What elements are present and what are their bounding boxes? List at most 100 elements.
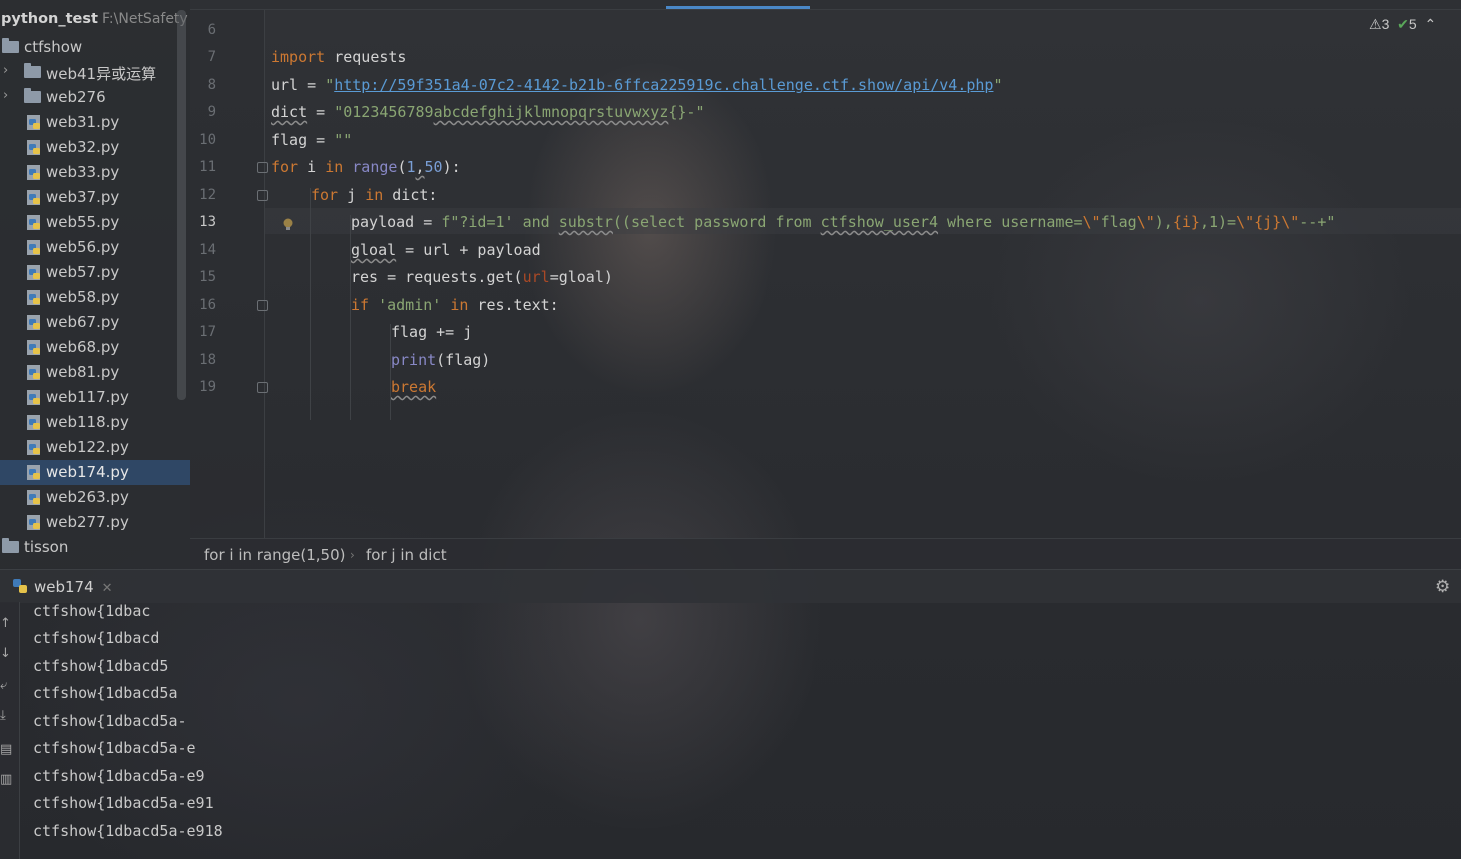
tree-item-label: web81.py — [46, 363, 120, 381]
warning-icon: ⚠ — [1369, 16, 1382, 32]
close-icon[interactable]: ✕ — [102, 581, 113, 596]
line-number: 7 — [207, 49, 216, 65]
line-number: 6 — [207, 22, 216, 38]
scroll-to-end-icon[interactable]: ⤓ — [0, 708, 14, 723]
tree-file[interactable]: web118.py — [0, 410, 190, 435]
project-name: python_test — [1, 11, 98, 27]
tree-item-label: web277.py — [46, 513, 129, 531]
line-number: 17 — [199, 324, 216, 340]
console-output-line: ctfshow{1dbacd5a — [33, 684, 178, 702]
run-tab[interactable]: web174 ✕ — [12, 578, 113, 596]
chevron-right-icon[interactable]: › — [3, 88, 8, 103]
tree-file[interactable]: web122.py — [0, 435, 190, 460]
run-panel-header: web174 ✕ ⚙ — [0, 569, 1461, 603]
tree-file[interactable]: web174.py — [0, 460, 190, 485]
console-output-line: ctfshow{1dbacd5 — [33, 657, 169, 675]
breadcrumb-item[interactable]: for i in range(1,50) — [204, 546, 346, 564]
line-number-gutter: 6 7 8 9 10 11 12 13 14 15 16 17 18 19 — [190, 10, 293, 538]
editor-tab-strip[interactable] — [190, 0, 1461, 10]
tree-item-label: web41异或运算 — [46, 65, 157, 83]
run-side-toolbar: ↑ ↓ ⤶ ⤓ ▤ ▥ — [0, 602, 20, 859]
tree-folder[interactable]: tisson — [0, 535, 190, 560]
line-number: 12 — [199, 187, 216, 203]
tree-item-label: web122.py — [46, 438, 129, 456]
code-line-7: import requests — [271, 48, 407, 66]
tree-item-label: web117.py — [46, 388, 129, 406]
trash-icon[interactable]: ▥ — [0, 772, 14, 787]
chevron-right-icon[interactable]: › — [3, 63, 8, 78]
tree-file[interactable]: web32.py — [0, 135, 190, 160]
chevron-right-icon: › — [350, 548, 355, 562]
tree-file[interactable]: web58.py — [0, 285, 190, 310]
inspection-status[interactable]: ⚠3 ✔5 ⌃ — [1369, 16, 1436, 33]
tree-folder[interactable]: ctfshow — [0, 35, 190, 60]
python-file-icon — [27, 415, 40, 430]
tree-file[interactable]: web67.py — [0, 310, 190, 335]
tree-file[interactable]: web277.py — [0, 510, 190, 535]
tree-item-label: web31.py — [46, 113, 120, 131]
python-file-icon — [27, 140, 40, 155]
tree-item-label: ctfshow — [24, 38, 83, 56]
line-number: 8 — [207, 77, 216, 93]
tree-item-label: web56.py — [46, 238, 120, 256]
print-icon[interactable]: ▤ — [0, 742, 14, 757]
python-file-icon — [27, 515, 40, 530]
folder-icon — [2, 538, 19, 553]
url-link[interactable]: http://59f351a4-07c2-4142-b21b-6ffca2259… — [334, 76, 993, 94]
folder-icon — [2, 38, 19, 53]
python-file-icon — [27, 440, 40, 455]
console-output-line: ctfshow{1dbac — [33, 602, 151, 620]
breadcrumb[interactable]: for i in range(1,50) › for j in dict — [190, 538, 1461, 569]
project-path: F:\NetSafety — [101, 11, 188, 27]
project-root[interactable]: python_test F:\NetSafety — [1, 11, 188, 33]
python-file-icon — [27, 115, 40, 130]
up-arrow-icon[interactable]: ↑ — [0, 616, 14, 631]
console-output-line: ctfshow{1dbacd5a- — [33, 712, 187, 730]
code-line-9: dict = "0123456789abcdefghijklmnopqrstuv… — [271, 103, 705, 121]
python-file-icon — [27, 315, 40, 330]
soft-wrap-icon[interactable]: ⤶ — [0, 678, 14, 693]
tree-file[interactable]: web37.py — [0, 185, 190, 210]
tree-file[interactable]: web33.py — [0, 160, 190, 185]
tree-item-label: web276 — [46, 88, 106, 106]
chevron-up-icon[interactable]: ⌃ — [1424, 16, 1436, 32]
tree-file[interactable]: web31.py — [0, 110, 190, 135]
tree-file[interactable]: web55.py — [0, 210, 190, 235]
gear-icon[interactable]: ⚙ — [1435, 577, 1453, 597]
tree-file[interactable]: web117.py — [0, 385, 190, 410]
line-number: 18 — [199, 352, 216, 368]
tree-file[interactable]: web68.py — [0, 335, 190, 360]
python-file-icon — [27, 490, 40, 505]
code-editor[interactable]: ⚠3 ✔5 ⌃ import requests url = "http://59… — [265, 10, 1461, 538]
tree-item-label: web33.py — [46, 163, 120, 181]
indent-guide — [310, 188, 311, 420]
line-number: 13 — [199, 214, 216, 230]
tree-file[interactable]: web263.py — [0, 485, 190, 510]
python-file-icon — [27, 340, 40, 355]
code-line-8: url = "http://59f351a4-07c2-4142-b21b-6f… — [271, 76, 1003, 94]
folder-icon — [24, 63, 41, 78]
run-console[interactable]: ctfshow{1dbac ctfshow{1dbacd ctfshow{1dbac… — [20, 602, 1461, 859]
line-number: 14 — [199, 242, 216, 258]
line-number: 11 — [199, 159, 216, 175]
breadcrumb-item[interactable]: for j in dict — [366, 546, 447, 564]
tree-file[interactable]: web57.py — [0, 260, 190, 285]
active-tab-indicator — [666, 6, 810, 9]
line-number: 15 — [199, 269, 216, 285]
python-file-icon — [27, 465, 40, 480]
passed-count: 5 — [1408, 16, 1417, 32]
python-file-icon — [27, 215, 40, 230]
line-number: 10 — [199, 132, 216, 148]
tree-folder[interactable]: › web276 — [0, 85, 190, 110]
tree-file[interactable]: web56.py — [0, 235, 190, 260]
project-tree[interactable]: python_test F:\NetSafety ctfshow › web41异或运… — [0, 0, 190, 568]
tree-folder[interactable]: › web41异或运算 — [0, 60, 190, 85]
down-arrow-icon[interactable]: ↓ — [0, 646, 14, 661]
python-file-icon — [27, 240, 40, 255]
tree-item-label: web174.py — [46, 463, 129, 481]
tree-scrollbar[interactable] — [177, 10, 186, 400]
python-file-icon — [27, 290, 40, 305]
tree-item-label: tisson — [24, 538, 69, 556]
console-output-line: ctfshow{1dbacd5a-e — [33, 739, 196, 757]
tree-file[interactable]: web81.py — [0, 360, 190, 385]
